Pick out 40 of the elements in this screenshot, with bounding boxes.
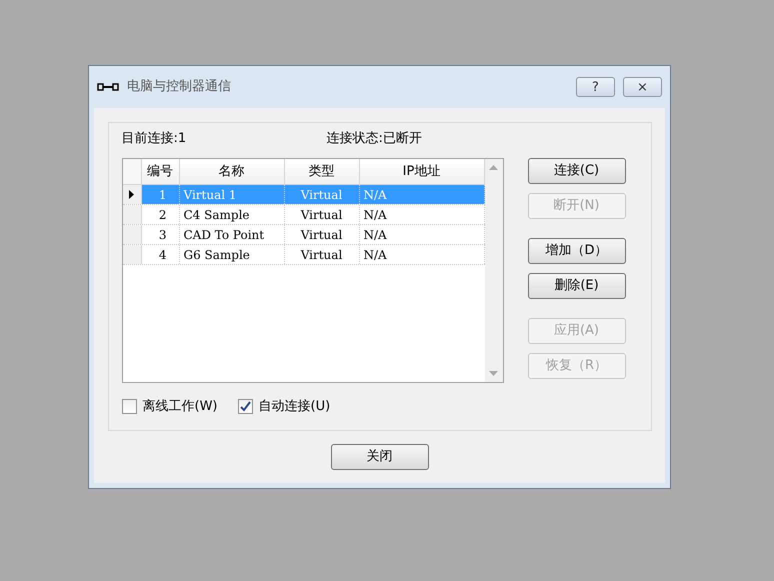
table-cell: 2 (142, 205, 180, 224)
checkbox-label: 自动连接(U) (258, 398, 330, 416)
dialog-button[interactable]: 删除(E) (528, 273, 626, 299)
table-cell: Virtual (284, 225, 360, 244)
connection-count: 目前连接:1 (122, 130, 188, 148)
dialog-button[interactable]: 增加（D） (528, 238, 626, 264)
help-button[interactable]: ? (576, 77, 615, 97)
table-cell: C4 Sample (180, 205, 284, 224)
scroll-up-icon[interactable] (489, 165, 498, 170)
connection-status: 连接状态:已断开 (326, 130, 422, 148)
table-cell: 3 (142, 225, 180, 244)
table-cell: Virtual 1 (180, 185, 284, 204)
check-icon (240, 401, 250, 412)
table-row[interactable]: 3 CAD To Point Virtual N/A (122, 225, 484, 245)
table-cell: Virtual (284, 185, 360, 204)
column-header[interactable]: IP地址 (360, 159, 484, 184)
checkbox-label: 离线工作(W) (142, 398, 218, 416)
row-pointer-icon (129, 190, 134, 199)
table-cell: CAD To Point (180, 225, 284, 244)
row-header[interactable] (122, 185, 142, 204)
table-cell: Virtual (284, 205, 360, 224)
table-row[interactable]: 4 G6 Sample Virtual N/A (122, 245, 484, 265)
scrollbar[interactable] (484, 159, 502, 382)
scroll-down-icon[interactable] (489, 371, 498, 376)
column-header[interactable]: 名称 (180, 159, 284, 184)
close-button[interactable]: × (623, 77, 662, 97)
table-cell: N/A (360, 185, 484, 204)
window-title: 电脑与控制器通信 (127, 78, 232, 96)
column-header[interactable]: 编号 (142, 159, 180, 184)
table-cell: Virtual (284, 245, 360, 264)
checkbox[interactable] (122, 399, 136, 414)
dialog-button[interactable]: 关闭 (330, 444, 428, 470)
table-cell: 1 (142, 185, 180, 204)
column-header[interactable]: 类型 (284, 159, 360, 184)
connector-icon (97, 82, 119, 92)
dialog-button[interactable]: 连接(C) (528, 158, 626, 184)
table-cell: G6 Sample (180, 245, 284, 264)
checkbox[interactable] (238, 399, 252, 414)
table-row[interactable]: 2 C4 Sample Virtual N/A (122, 205, 484, 225)
table-cell: 4 (142, 245, 180, 264)
